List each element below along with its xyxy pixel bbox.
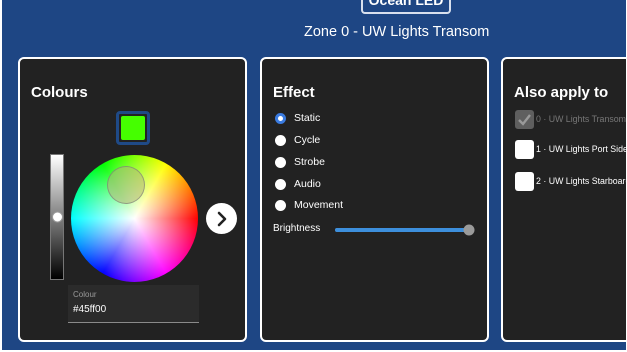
- swatch-fill: [121, 116, 145, 140]
- zone-label: 0 · UW Lights Transom: [536, 114, 626, 124]
- chevron-right-icon: [217, 211, 226, 226]
- brightness-slider[interactable]: [335, 224, 475, 236]
- effect-option-cycle[interactable]: Cycle: [275, 131, 320, 149]
- apply-zone-0: 0 · UW Lights Transom: [515, 109, 626, 129]
- colours-title: Colours: [31, 84, 88, 101]
- radio-button[interactable]: [275, 156, 286, 168]
- effect-option-label: Static: [294, 112, 321, 124]
- colour-hex-field[interactable]: Colour #45ff00: [68, 285, 199, 323]
- selected-colour-swatch: [116, 111, 150, 145]
- checkmark-icon: [518, 113, 531, 126]
- top-bar: Ocean LED Zone 0 - UW Lights Transom: [2, 0, 626, 48]
- effect-option-label: Movement: [294, 199, 344, 211]
- radio-button[interactable]: [275, 112, 286, 124]
- apply-zone-2[interactable]: 2 · UW Lights Starboard: [515, 171, 626, 191]
- zone-checkbox[interactable]: [515, 171, 534, 191]
- colour-brightness-handle[interactable]: [52, 211, 63, 223]
- radio-button[interactable]: [275, 199, 286, 211]
- effect-option-label: Audio: [294, 178, 321, 190]
- apply-to-panel: Also apply to 0 · UW Lights Transom 1 · …: [501, 57, 626, 342]
- effect-option-label: Strobe: [294, 156, 325, 168]
- effect-panel: Effect Static Cycle Strobe Audio Movemen…: [260, 57, 489, 342]
- effect-title: Effect: [273, 84, 315, 101]
- effect-option-strobe[interactable]: Strobe: [275, 153, 325, 171]
- colour-wheel[interactable]: [71, 155, 198, 282]
- colour-wheel-selector[interactable]: [107, 165, 146, 204]
- colour-field-label: Colour: [73, 290, 97, 299]
- colours-panel: Colours Colour #45ff00: [18, 57, 247, 342]
- colour-field-value[interactable]: #45ff00: [73, 304, 106, 315]
- apply-zone-1[interactable]: 1 · UW Lights Port Side: [515, 139, 626, 159]
- app-window: Ocean LED Zone 0 - UW Lights Transom Col…: [2, 0, 626, 350]
- brightness-slider-fill: [335, 228, 469, 232]
- zone-checkbox[interactable]: [515, 139, 534, 159]
- next-button[interactable]: [206, 203, 237, 234]
- effect-option-audio[interactable]: Audio: [275, 175, 321, 193]
- colour-brightness-slider[interactable]: [50, 154, 64, 280]
- zone-label: 2 · UW Lights Starboard: [536, 176, 626, 186]
- effect-option-movement[interactable]: Movement: [275, 196, 343, 214]
- zone-label: 1 · UW Lights Port Side: [536, 144, 626, 154]
- logo-text: Ocean LED: [368, 0, 444, 8]
- zone-checkbox[interactable]: [515, 109, 534, 129]
- radio-button[interactable]: [275, 178, 286, 190]
- apply-to-title: Also apply to: [514, 84, 609, 101]
- effect-option-static[interactable]: Static: [275, 109, 320, 127]
- brightness-slider-thumb[interactable]: [463, 224, 475, 236]
- zone-title: Zone 0 - UW Lights Transom: [304, 24, 490, 40]
- brand-logo: Ocean LED: [361, 0, 451, 14]
- effect-option-label: Cycle: [294, 134, 321, 146]
- radio-button[interactable]: [275, 134, 286, 146]
- brightness-label: Brightness: [273, 223, 321, 234]
